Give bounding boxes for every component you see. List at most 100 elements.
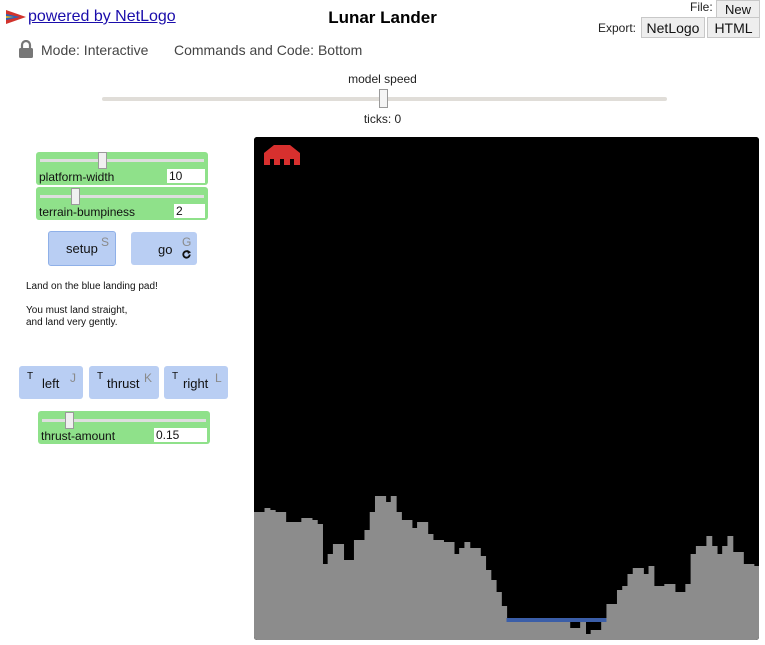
left-button-key: J [70, 371, 76, 385]
go-button[interactable]: go G [131, 232, 197, 265]
setup-button[interactable]: setup S [48, 231, 116, 266]
model-speed-label: model speed [348, 72, 417, 86]
terrain-column [753, 566, 759, 640]
lock-icon[interactable] [18, 40, 34, 58]
terrain-column [501, 606, 508, 640]
terrain-column [590, 630, 597, 640]
thrust-button-label: thrust [107, 376, 140, 391]
terrain-bumpiness-label: terrain-bumpiness [39, 205, 136, 219]
thrust-amount-label: thrust-amount [41, 429, 116, 443]
terrain-bumpiness-value[interactable]: 2 [174, 204, 205, 218]
file-label: File: [690, 0, 713, 14]
terrain-column [480, 556, 487, 640]
forever-icon [182, 249, 192, 259]
terrain-column [464, 542, 471, 640]
terrain-column [427, 534, 434, 640]
terrain-column [748, 564, 755, 640]
terrain-column [380, 496, 387, 640]
terrain-column [438, 540, 444, 640]
terrain-column [706, 536, 713, 640]
terrain-column [722, 546, 729, 640]
terrain-column [285, 522, 292, 640]
terrain-column [280, 512, 287, 640]
terrain-column [417, 522, 423, 640]
terrain-column [690, 554, 697, 640]
info-text-block: You must land straight, and land very ge… [26, 305, 127, 329]
thrust-button[interactable]: T thrust K [89, 366, 159, 399]
info-text-2: You must land straight, [26, 305, 128, 316]
terrain-column [674, 592, 681, 640]
landing-pad [506, 618, 607, 622]
export-html-button[interactable]: HTML [707, 17, 760, 38]
terrain-column [338, 544, 345, 640]
terrain-column [627, 574, 634, 640]
right-button-label: right [183, 376, 209, 391]
terrain-column [474, 548, 481, 640]
terrain-column [659, 586, 665, 640]
export-netlogo-button[interactable]: NetLogo [641, 17, 705, 38]
terrain-column [422, 522, 429, 640]
terrain-column [327, 554, 334, 640]
right-button-key: L [215, 371, 222, 385]
terrain-bumpiness-thumb[interactable] [71, 188, 80, 205]
terrain-column [727, 536, 734, 640]
thrust-amount-thumb[interactable] [65, 412, 74, 429]
terrain-column [606, 604, 613, 640]
platform-width-thumb[interactable] [98, 152, 107, 169]
platform-width-slider[interactable]: platform-width 10 [36, 152, 208, 185]
terrain-column [469, 548, 476, 640]
setup-button-label: setup [66, 241, 98, 256]
terrain-column [254, 512, 260, 640]
terrain-column [685, 584, 692, 640]
terrain-column [595, 630, 602, 640]
platform-width-value[interactable]: 10 [167, 169, 205, 183]
terrain-column [259, 512, 266, 640]
lander-leg-gap-2 [280, 159, 284, 165]
thrust-amount-value[interactable]: 0.15 [154, 428, 207, 442]
terrain-bumpiness-slider[interactable]: terrain-bumpiness 2 [36, 187, 208, 220]
terrain-column [306, 518, 313, 640]
platform-width-label: platform-width [39, 170, 115, 184]
left-button[interactable]: T left J [19, 366, 83, 399]
terrain-column [317, 524, 323, 640]
terrain-column [622, 586, 629, 640]
terrain-column [322, 564, 329, 640]
thrust-amount-slider[interactable]: thrust-amount 0.15 [38, 411, 210, 444]
terrain-column [711, 546, 718, 640]
setup-button-key: S [101, 235, 110, 249]
terrain-bumpiness-track[interactable] [40, 195, 204, 198]
terrain-column [301, 518, 308, 640]
world-canvas [254, 137, 759, 640]
right-button[interactable]: T right L [164, 366, 228, 399]
terrain-column [632, 568, 639, 640]
terrain-column [385, 502, 392, 640]
terrain-column [343, 560, 350, 640]
terrain-column [390, 496, 397, 640]
model-speed-thumb[interactable] [379, 89, 388, 108]
terrain-column [611, 604, 618, 640]
mode-toggle[interactable]: Mode: Interactive [41, 42, 148, 58]
terrain-column [743, 564, 750, 640]
right-button-turtle-marker: T [172, 371, 179, 382]
commands-code-toggle[interactable]: Commands and Code: Bottom [174, 42, 362, 58]
terrain-column [396, 512, 402, 640]
terrain-column [332, 544, 339, 640]
terrain-column [353, 540, 360, 640]
terrain-column [359, 540, 366, 640]
terrain-column [369, 512, 376, 640]
terrain-column [653, 586, 660, 640]
terrain-column [701, 546, 707, 640]
terrain-column [716, 554, 723, 640]
terrain-column [643, 574, 650, 640]
world-view[interactable] [254, 137, 759, 640]
terrain-column [296, 522, 302, 640]
platform-width-track[interactable] [40, 159, 204, 162]
lander-leg-gap-3 [290, 159, 294, 165]
terrain-column [264, 508, 271, 640]
info-text-3: and land very gently. [26, 317, 118, 328]
terrain-column [669, 584, 676, 640]
terrain-column [490, 580, 497, 640]
terrain-column [406, 520, 413, 640]
lander-leg-gap-1 [270, 159, 274, 165]
terrain-column [443, 542, 450, 640]
